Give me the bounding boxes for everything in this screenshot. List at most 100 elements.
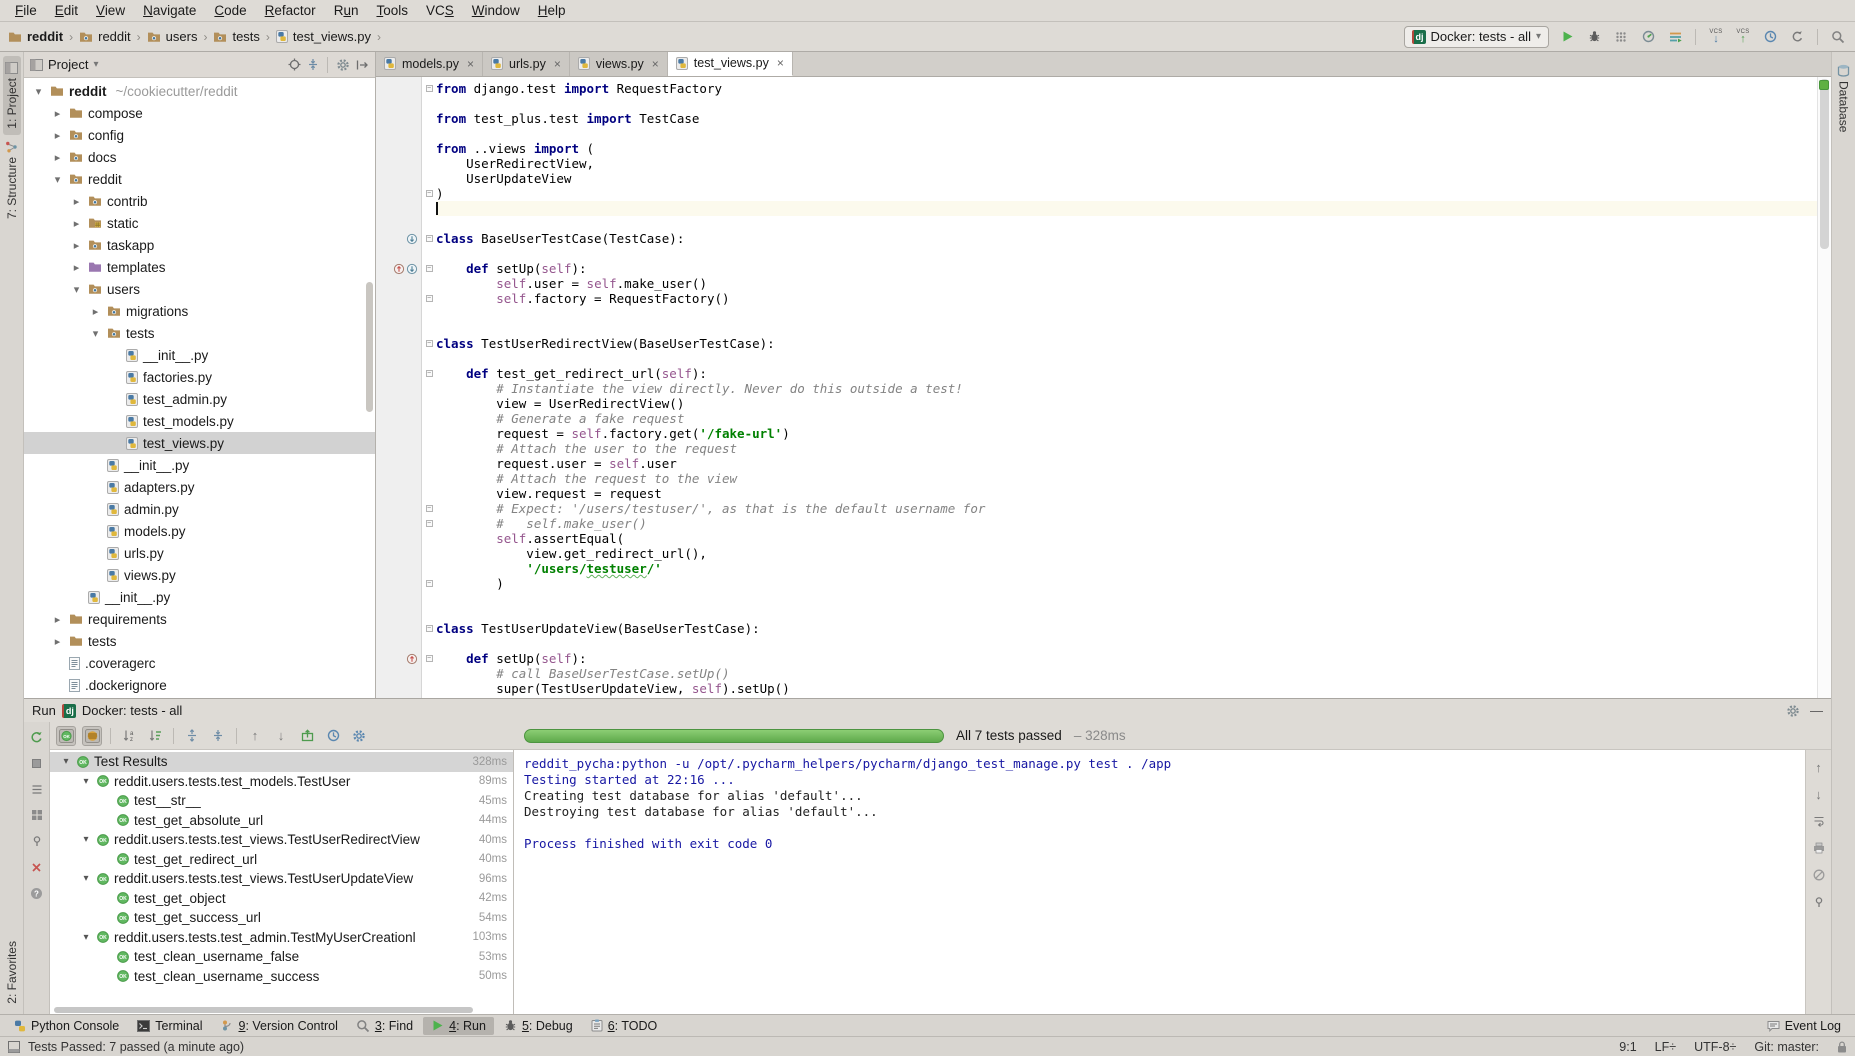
tree-expanded-icon[interactable]: ▾ bbox=[60, 756, 72, 767]
code-line[interactable]: def test_get_redirect_url(self): bbox=[436, 366, 1817, 381]
code-line[interactable]: self.user = self.make_user() bbox=[436, 276, 1817, 291]
code-line[interactable] bbox=[436, 201, 1817, 216]
breadcrumb-item[interactable]: tests bbox=[213, 29, 259, 44]
menu-window[interactable]: Window bbox=[463, 1, 529, 20]
code-line[interactable]: view.request = request bbox=[436, 486, 1817, 501]
code-line[interactable] bbox=[436, 246, 1817, 261]
help-button[interactable]: ? bbox=[28, 884, 46, 902]
close-tab-icon[interactable]: × bbox=[777, 56, 784, 70]
fold-end-icon[interactable]: − bbox=[426, 520, 433, 527]
tab-models-py[interactable]: models.py × bbox=[376, 52, 483, 76]
git-branch-indicator[interactable]: Git: master: bbox=[1754, 1040, 1819, 1054]
toolwindow-terminal[interactable]: Terminal bbox=[129, 1017, 210, 1035]
test-tree-hscrollbar[interactable] bbox=[50, 1006, 513, 1014]
code-line[interactable]: # Expect: '/users/testuser/', as that is… bbox=[436, 501, 1817, 516]
test-row[interactable]: ▾ OK reddit.users.tests.test_models.Test… bbox=[50, 772, 513, 792]
tab-urls-py[interactable]: urls.py × bbox=[483, 52, 570, 76]
code-line[interactable] bbox=[436, 636, 1817, 651]
pin-tab-icon[interactable] bbox=[28, 832, 46, 850]
tree-item[interactable]: ▸migrations bbox=[24, 300, 375, 322]
collapse-all-icon[interactable] bbox=[307, 58, 319, 71]
tree-collapsed-icon[interactable]: ▸ bbox=[70, 261, 83, 274]
fold-start-icon[interactable]: − bbox=[426, 235, 433, 242]
gear-icon[interactable] bbox=[1786, 704, 1800, 718]
tree-expanded-icon[interactable]: ▾ bbox=[51, 173, 64, 186]
local-history-button[interactable] bbox=[1761, 28, 1779, 46]
tree-collapsed-icon[interactable]: ▸ bbox=[51, 151, 64, 164]
code-line[interactable]: ) bbox=[436, 576, 1817, 591]
close-button[interactable] bbox=[28, 858, 46, 876]
line-ending-indicator[interactable]: LF÷ bbox=[1655, 1040, 1676, 1054]
code-line[interactable] bbox=[436, 306, 1817, 321]
test-row[interactable]: ▾ OK reddit.users.tests.test_admin.TestM… bbox=[50, 928, 513, 948]
code-line[interactable]: request = self.factory.get('/fake-url') bbox=[436, 426, 1817, 441]
fold-start-icon[interactable]: − bbox=[426, 370, 433, 377]
vcs-commit-button[interactable]: VCS↑ bbox=[1734, 29, 1752, 45]
scroll-to-bottom-icon[interactable]: ↓ bbox=[1810, 785, 1828, 803]
fold-start-icon[interactable]: − bbox=[426, 505, 433, 512]
sort-alphabetically-button[interactable]: az bbox=[119, 726, 139, 746]
fold-start-icon[interactable]: − bbox=[426, 265, 433, 272]
search-everywhere-button[interactable] bbox=[1829, 28, 1847, 46]
toolwindow-version-control[interactable]: 9: Version Control bbox=[213, 1017, 346, 1035]
code-line[interactable]: ) bbox=[436, 186, 1817, 201]
editor-scrollbar-thumb[interactable] bbox=[1820, 79, 1829, 249]
tree-item[interactable]: factories.py bbox=[24, 366, 375, 388]
lock-icon[interactable] bbox=[1837, 1041, 1847, 1053]
gear-icon[interactable] bbox=[349, 726, 369, 746]
chevron-down-icon[interactable]: ▾ bbox=[93, 59, 98, 70]
menu-view[interactable]: View bbox=[87, 1, 134, 20]
close-tab-icon[interactable]: × bbox=[554, 57, 561, 71]
code-line[interactable]: class BaseUserTestCase(TestCase): bbox=[436, 231, 1817, 246]
sort-by-duration-button[interactable] bbox=[145, 726, 165, 746]
code-line[interactable]: view.get_redirect_url(), bbox=[436, 546, 1817, 561]
show-ignored-toggle[interactable] bbox=[82, 726, 102, 746]
stop-button[interactable] bbox=[28, 754, 46, 772]
breadcrumb-item[interactable]: reddit bbox=[8, 29, 63, 44]
breadcrumb-item[interactable]: users bbox=[147, 29, 198, 44]
hide-panel-icon[interactable]: — bbox=[1810, 703, 1823, 718]
code-line[interactable]: # Attach the user to the request bbox=[436, 441, 1817, 456]
sidebar-item-project[interactable]: 1: Project bbox=[3, 56, 21, 135]
code-line[interactable]: UserRedirectView, bbox=[436, 156, 1817, 171]
menu-edit[interactable]: Edit bbox=[46, 1, 87, 20]
code-line[interactable]: # call BaseUserTestCase.setUp() bbox=[436, 666, 1817, 681]
tree-item[interactable]: ▾users bbox=[24, 278, 375, 300]
fold-end-icon[interactable]: − bbox=[426, 580, 433, 587]
code-line[interactable] bbox=[436, 591, 1817, 606]
test-row[interactable]: ▾ OK reddit.users.tests.test_views.TestU… bbox=[50, 869, 513, 889]
breadcrumb-item[interactable]: test_views.py bbox=[276, 29, 371, 44]
menu-help[interactable]: Help bbox=[529, 1, 575, 20]
tree-collapsed-icon[interactable]: ▸ bbox=[51, 129, 64, 142]
hide-panel-icon[interactable] bbox=[356, 59, 369, 71]
tab-views-py[interactable]: views.py × bbox=[570, 52, 668, 76]
next-failed-button[interactable]: ↓ bbox=[271, 726, 291, 746]
sidebar-item-database[interactable]: Database bbox=[1835, 58, 1853, 138]
fold-end-icon[interactable]: − bbox=[426, 295, 433, 302]
tree-expanded-icon[interactable]: ▾ bbox=[80, 776, 92, 787]
run-dashboard-button[interactable] bbox=[1666, 28, 1684, 46]
menu-navigate[interactable]: Navigate bbox=[134, 1, 205, 20]
menu-code[interactable]: Code bbox=[205, 1, 255, 20]
tree-item[interactable]: ▸docs bbox=[24, 146, 375, 168]
tree-item[interactable]: __init__.py bbox=[24, 344, 375, 366]
toolwindow-python-console[interactable]: Python Console bbox=[6, 1017, 127, 1035]
coverage-button[interactable] bbox=[1612, 28, 1630, 46]
code-line[interactable]: request.user = self.user bbox=[436, 456, 1817, 471]
code-line[interactable]: self.assertEqual( bbox=[436, 531, 1817, 546]
implementation-gutter-icon[interactable] bbox=[406, 233, 418, 245]
code-line[interactable] bbox=[436, 321, 1817, 336]
breadcrumb-item[interactable]: reddit bbox=[79, 29, 131, 44]
toolwindow-event-log[interactable]: Event Log bbox=[1759, 1017, 1849, 1035]
editor-code[interactable]: from django.test import RequestFactoryfr… bbox=[436, 77, 1817, 698]
code-line[interactable] bbox=[436, 606, 1817, 621]
code-line[interactable]: from ..views import ( bbox=[436, 141, 1817, 156]
tree-item[interactable]: ▸compose bbox=[24, 102, 375, 124]
toolwindow-find[interactable]: 3: Find bbox=[348, 1017, 421, 1035]
print-icon[interactable] bbox=[1810, 839, 1828, 857]
sidebar-item-favorites[interactable]: 2: Favorites bbox=[3, 935, 21, 1010]
test-row[interactable]: OK test_get_object 42ms bbox=[50, 889, 513, 909]
code-line[interactable]: # self.make_user() bbox=[436, 516, 1817, 531]
tree-expanded-icon[interactable]: ▾ bbox=[89, 327, 102, 340]
test-row[interactable]: OK test_get_absolute_url 44ms bbox=[50, 811, 513, 831]
